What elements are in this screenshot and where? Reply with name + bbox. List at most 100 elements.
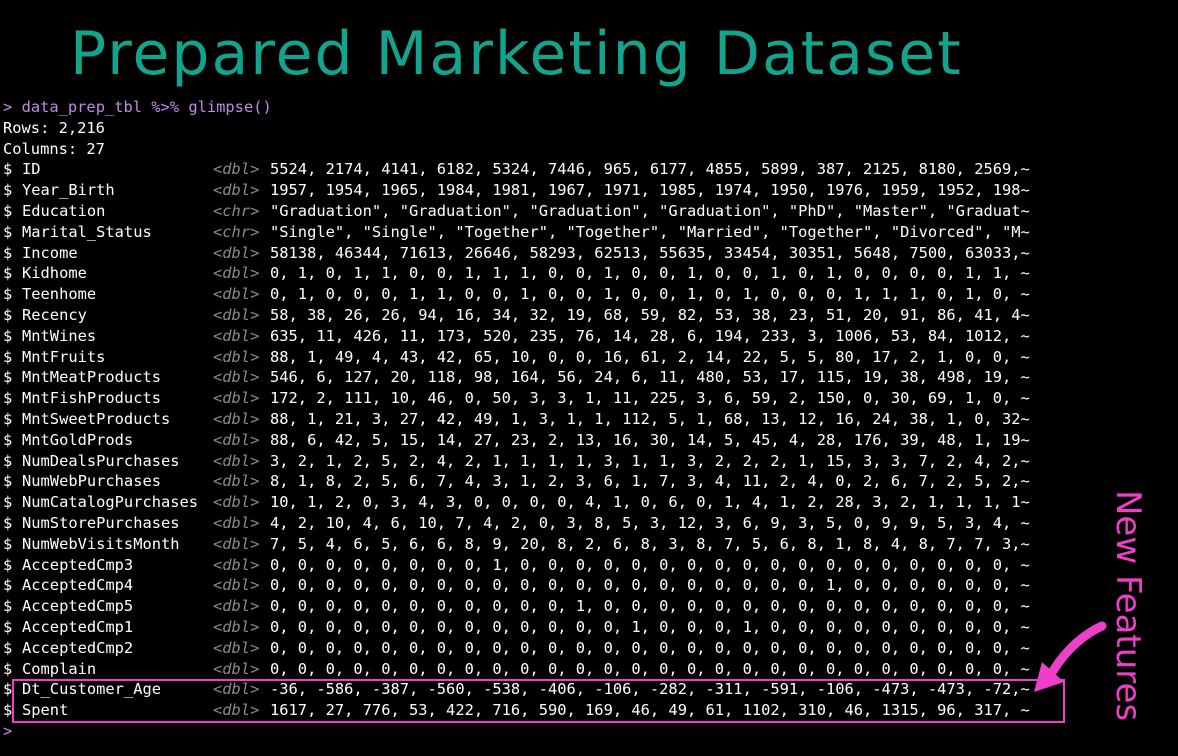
variable-name: Marital_Status <box>22 222 152 241</box>
console-prompt: > <box>3 98 13 116</box>
dollar-marker: $ <box>3 326 13 345</box>
variable-type: <dbl> <box>213 430 260 449</box>
dollar-marker: $ <box>3 409 13 428</box>
variable-values: 172, 2, 111, 10, 46, 0, 50, 3, 3, 1, 11,… <box>270 389 1030 408</box>
variable-row: $ Year_Birth <dbl> 1957, 1954, 1965, 1984, … <box>3 180 1178 201</box>
variable-row: $ Complain <dbl> 0, 0, 0, 0, 0, 0, 0, 0, 0,… <box>3 659 1178 680</box>
variable-values: 0, 1, 0, 0, 0, 1, 1, 0, 0, 1, 0, 0, 1, 0… <box>270 285 1030 304</box>
dollar-marker: $ <box>3 389 13 408</box>
new-features-label: New Features <box>1108 490 1148 722</box>
variable-type: <dbl> <box>213 638 260 657</box>
variable-name: NumWebPurchases <box>22 472 161 491</box>
dollar-marker: $ <box>3 451 13 470</box>
dollar-marker: $ <box>3 617 13 636</box>
variable-values: 88, 1, 49, 4, 43, 42, 65, 10, 0, 0, 16, … <box>270 347 1030 366</box>
variable-type: <dbl> <box>213 368 260 387</box>
dollar-marker: $ <box>3 243 13 262</box>
variable-name: Spent <box>22 701 69 720</box>
variable-row: $ AcceptedCmp4 <dbl> 0, 0, 0, 0, 0, 0, 0, 0… <box>3 575 1178 596</box>
variable-type: <dbl> <box>213 389 260 408</box>
variable-type: <dbl> <box>213 493 260 512</box>
variable-type: <dbl> <box>213 326 260 345</box>
variable-type: <dbl> <box>213 659 260 678</box>
dollar-marker: $ <box>3 368 13 387</box>
variable-name: MntFishProducts <box>22 389 161 408</box>
variable-row: $ NumWebVisitsMonth <dbl> 7, 5, 4, 6, 5, 6,… <box>3 534 1178 555</box>
variable-name: NumWebVisitsMonth <box>22 534 180 553</box>
variable-type: <dbl> <box>213 513 260 532</box>
variable-type: <dbl> <box>213 555 260 574</box>
variable-name: Year_Birth <box>22 181 115 200</box>
variable-row: $ AcceptedCmp1 <dbl> 0, 0, 0, 0, 0, 0, 0, 0… <box>3 617 1178 638</box>
r-console: > data_prep_tbl %>% glimpse() Rows: 2,21… <box>3 97 1178 742</box>
variable-values: "Single", "Single", "Together", "Togethe… <box>270 222 1030 241</box>
variable-name: NumDealsPurchases <box>22 451 180 470</box>
variable-type: <dbl> <box>213 160 260 179</box>
variable-values: 58, 38, 26, 26, 94, 16, 34, 32, 19, 68, … <box>270 305 1030 324</box>
variable-values: 88, 1, 21, 3, 27, 42, 49, 1, 3, 1, 1, 11… <box>270 409 1030 428</box>
variable-row: $ Education <chr> "Graduation", "Graduation… <box>3 201 1178 222</box>
variable-type: <dbl> <box>213 472 260 491</box>
variable-row: $ MntGoldProds <dbl> 88, 6, 42, 5, 15, 14, … <box>3 430 1178 451</box>
dollar-marker: $ <box>3 472 13 491</box>
variable-name: MntGoldProds <box>22 430 134 449</box>
variable-name: Dt_Customer_Age <box>22 680 161 699</box>
command-text: data_prep_tbl %>% glimpse() <box>21 98 272 116</box>
dollar-marker: $ <box>3 576 13 595</box>
variable-name: Complain <box>22 659 97 678</box>
variable-row: $ AcceptedCmp5 <dbl> 0, 0, 0, 0, 0, 0, 0, 0… <box>3 596 1178 617</box>
page-title: Prepared Marketing Dataset <box>70 19 963 89</box>
variable-name: NumStorePurchases <box>22 513 180 532</box>
dollar-marker: $ <box>3 160 13 179</box>
dollar-marker: $ <box>3 659 13 678</box>
variable-values: 0, 0, 0, 0, 0, 0, 0, 0, 0, 0, 0, 0, 0, 1… <box>270 617 1030 636</box>
variable-type: <dbl> <box>213 181 260 200</box>
variable-row: $ MntMeatProducts <dbl> 546, 6, 127, 20, 11… <box>3 367 1178 388</box>
variable-values: 10, 1, 2, 0, 3, 4, 3, 0, 0, 0, 0, 4, 1, … <box>270 493 1030 512</box>
dollar-marker: $ <box>3 181 13 200</box>
variable-name: AcceptedCmp3 <box>22 555 134 574</box>
variable-values: 88, 6, 42, 5, 15, 14, 27, 23, 2, 13, 16,… <box>270 430 1030 449</box>
variable-type: <dbl> <box>213 617 260 636</box>
variable-type: <dbl> <box>213 597 260 616</box>
dollar-marker: $ <box>3 285 13 304</box>
variable-values: 5524, 2174, 4141, 6182, 5324, 7446, 965,… <box>270 160 1030 179</box>
variable-row: $ MntSweetProducts <dbl> 88, 1, 21, 3, 27, … <box>3 409 1178 430</box>
variable-type: <dbl> <box>213 409 260 428</box>
dollar-marker: $ <box>3 222 13 241</box>
variable-values: "Graduation", "Graduation", "Graduation"… <box>270 201 1030 220</box>
columns-count: Columns: 27 <box>3 139 105 158</box>
command-line[interactable]: > data_prep_tbl %>% glimpse() <box>3 97 1178 118</box>
variable-name: NumCatalogPurchases <box>22 493 199 512</box>
cursor-prompt[interactable]: > <box>3 721 1178 742</box>
variable-values: -36, -586, -387, -560, -538, -406, -106,… <box>270 680 1030 699</box>
variable-row: $ Kidhome <dbl> 0, 1, 0, 1, 1, 0, 0, 1, 1, … <box>3 263 1178 284</box>
variable-name: AcceptedCmp1 <box>22 617 134 636</box>
variable-values: 0, 0, 0, 0, 0, 0, 0, 0, 0, 0, 0, 0, 0, 0… <box>270 576 1030 595</box>
variable-name: AcceptedCmp5 <box>22 597 134 616</box>
variable-name: MntMeatProducts <box>22 368 161 387</box>
variable-name: Recency <box>22 305 87 324</box>
variable-values: 1617, 27, 776, 53, 422, 716, 590, 169, 4… <box>270 701 1030 720</box>
variable-name: ID <box>22 160 41 179</box>
dollar-marker: $ <box>3 680 13 699</box>
variable-row: $ AcceptedCmp2 <dbl> 0, 0, 0, 0, 0, 0, 0, 0… <box>3 638 1178 659</box>
variable-name: MntFruits <box>22 347 106 366</box>
variable-row: $ NumDealsPurchases <dbl> 3, 2, 1, 2, 5, 2,… <box>3 451 1178 472</box>
new-features-annotation: New Features <box>1056 490 1148 721</box>
variable-row: $ MntFruits <dbl> 88, 1, 49, 4, 43, 42, 65,… <box>3 347 1178 368</box>
variable-values: 8, 1, 8, 2, 5, 6, 7, 4, 3, 1, 2, 3, 6, 1… <box>270 472 1030 491</box>
variable-type: <dbl> <box>213 680 260 699</box>
dollar-marker: $ <box>3 513 13 532</box>
dollar-marker: $ <box>3 534 13 553</box>
variable-type: <chr> <box>213 222 260 241</box>
dollar-marker: $ <box>3 305 13 324</box>
variable-name: Income <box>22 243 78 262</box>
variable-row: $ Income <dbl> 58138, 46344, 71613, 26646, … <box>3 243 1178 264</box>
variable-type: <dbl> <box>213 576 260 595</box>
variable-row: $ ID <dbl> 5524, 2174, 4141, 6182, 5324, 74… <box>3 159 1178 180</box>
variable-type: <chr> <box>213 201 260 220</box>
variable-name: MntSweetProducts <box>22 409 171 428</box>
variable-row: $ Marital_Status <chr> "Single", "Single", … <box>3 222 1178 243</box>
variable-values: 635, 11, 426, 11, 173, 520, 235, 76, 14,… <box>270 326 1030 345</box>
